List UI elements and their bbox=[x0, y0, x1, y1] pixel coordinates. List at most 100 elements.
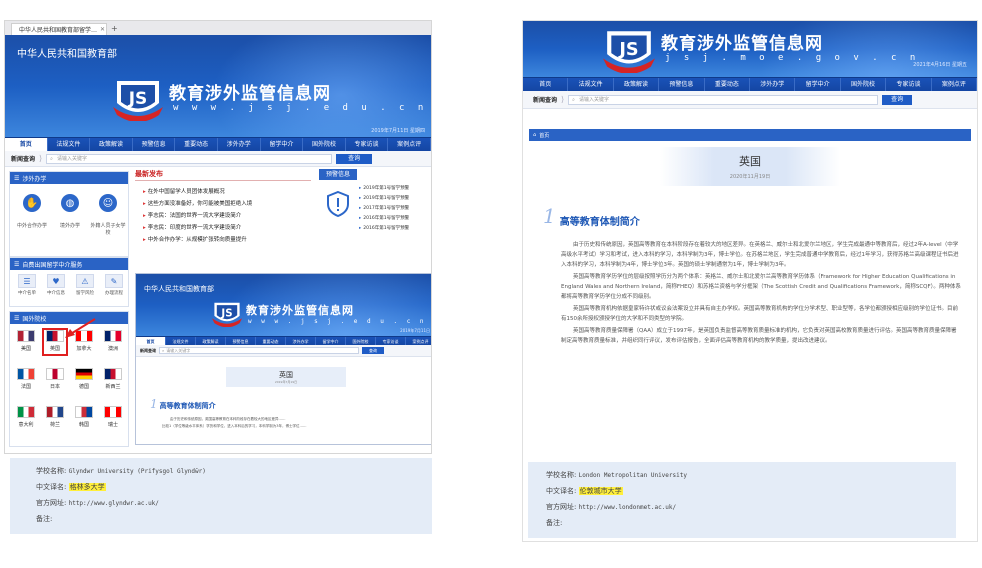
icon-cell-coop[interactable]: ✋ 中外合作办学 bbox=[14, 194, 50, 229]
nav-item[interactable]: 预警信息 bbox=[226, 337, 256, 345]
agency-tile-icon: ⚠ bbox=[76, 274, 94, 288]
nav-item[interactable]: 政策解读 bbox=[90, 138, 133, 151]
alert-link[interactable]: 2016年第1号留学预警 bbox=[359, 215, 409, 221]
agency-tile[interactable]: ♥ 中介信息 bbox=[43, 274, 69, 296]
search-icon: ⌕ bbox=[572, 96, 575, 103]
nav-item[interactable]: 法规文件 bbox=[166, 337, 196, 345]
nav-item[interactable]: 重要动态 bbox=[256, 337, 286, 345]
close-tab-icon[interactable]: ✕ bbox=[100, 26, 105, 33]
breadcrumb: ⌂ 首页 bbox=[529, 129, 971, 141]
nav-item[interactable]: 国外院校 bbox=[303, 138, 346, 151]
country-link[interactable]: 日本 bbox=[41, 368, 69, 390]
nav-item[interactable]: 留学中介 bbox=[316, 337, 346, 345]
alert-link[interactable]: 2016年第1号留学预警 bbox=[359, 225, 409, 231]
nav-item[interactable]: 专家访谈 bbox=[886, 78, 932, 91]
inset-country-card: 英国 2019年7月19日 bbox=[226, 367, 346, 387]
nav-item[interactable]: 涉外办学 bbox=[218, 138, 261, 151]
ministry-name: 中华人民共和国教育部 bbox=[17, 49, 117, 60]
right-info-cn-row: 中文译名: 伦敦城市大学 bbox=[546, 487, 623, 495]
left-info-cn-row: 中文译名: 格林多大学 bbox=[36, 483, 106, 491]
icon-cell-overseas[interactable]: ◍ 境外办学 bbox=[52, 194, 88, 229]
country-link[interactable]: 法国 bbox=[12, 368, 40, 390]
icon-cell-foreign-children[interactable]: ☺ 外籍人员子女学校 bbox=[90, 194, 126, 236]
alert-link[interactable]: 2017年第1号留学预警 bbox=[359, 205, 409, 211]
nav-item[interactable]: 首页 bbox=[5, 138, 48, 151]
menu-icon: ☰ bbox=[14, 260, 20, 268]
nav-item[interactable]: 重要动态 bbox=[175, 138, 218, 151]
agency-tile[interactable]: ☰ 中介名单 bbox=[14, 274, 40, 296]
nav-item[interactable]: 法规文件 bbox=[48, 138, 91, 151]
country-link[interactable]: 韩国 bbox=[70, 406, 98, 428]
right-nav: 首页 法规文件 政策解读 预警信息 重要动态 涉外办学 留学中介 国外院校 专家访谈 案例点评 bbox=[523, 77, 977, 91]
country-link[interactable]: 澳洲 bbox=[99, 330, 127, 352]
nav-item[interactable]: 首页 bbox=[523, 78, 569, 91]
nav-item[interactable]: 案例点评 bbox=[388, 138, 431, 151]
inset-ministry: 中华人民共和国教育部 bbox=[144, 285, 214, 293]
alert-link[interactable]: 2019年第1号留学预警 bbox=[359, 195, 409, 201]
country-link[interactable]: 新西兰 bbox=[99, 368, 127, 390]
nav-item[interactable]: 涉外办学 bbox=[750, 78, 796, 91]
news-link[interactable]: 在外中国留学人员团体发展概况 bbox=[143, 187, 311, 195]
inset-search-button[interactable]: 查询 bbox=[362, 347, 384, 354]
nav-item[interactable]: 重要动态 bbox=[705, 78, 751, 91]
search-label: 新闻查询 bbox=[11, 156, 36, 163]
country-link[interactable]: 德国 bbox=[70, 368, 98, 390]
nav-item[interactable]: 专家访谈 bbox=[346, 138, 389, 151]
box-title: ☰ 涉外办学 bbox=[10, 172, 128, 184]
agency-tile[interactable]: ⚠ 留学风险 bbox=[72, 274, 98, 296]
site-banner: 中华人民共和国教育部 JS 教育涉外监管信息网 w w w . j s j . … bbox=[5, 35, 431, 137]
home-icon: ⌂ bbox=[533, 132, 537, 138]
search-button[interactable]: 查询 bbox=[336, 153, 373, 164]
nav-item[interactable]: 案例点评 bbox=[932, 78, 977, 91]
nav-item[interactable]: 案例点评 bbox=[406, 337, 431, 345]
new-tab-icon[interactable]: + bbox=[111, 23, 118, 35]
country-link[interactable]: 美国 bbox=[12, 330, 40, 352]
inset-search-label: 新闻查询 bbox=[140, 347, 156, 353]
agency-tile[interactable]: ✎ 办理流程 bbox=[101, 274, 127, 296]
alert-link[interactable]: 2019年第1号留学预警 bbox=[359, 185, 409, 191]
nav-item[interactable]: 留学中介 bbox=[795, 78, 841, 91]
news-link[interactable]: 这些方面没准备好，你可能被美国拒绝入境 bbox=[143, 199, 311, 207]
search-input[interactable]: ⌕ 请输入关键字 bbox=[46, 153, 333, 164]
browser-tab[interactable]: 中华人民共和国教育部留学… ✕ bbox=[11, 23, 107, 35]
website-link[interactable]: http://www.glyndwr.ac.uk/ bbox=[69, 500, 159, 507]
inset-country-date: 2019年7月19日 bbox=[274, 380, 298, 384]
country-link[interactable]: 意大利 bbox=[12, 406, 40, 428]
right-info-note-row: 备注: bbox=[546, 519, 563, 527]
svg-text:JS: JS bbox=[128, 89, 148, 109]
country-link[interactable]: 瑞士 bbox=[99, 406, 127, 428]
inset-search-bar: 新闻查询 ⌕ 请输入关键字 查询 bbox=[136, 345, 431, 357]
inset-screenshot: 中华人民共和国教育部 JS 教育涉外监管信息网 w w w . j s j . … bbox=[135, 273, 431, 445]
people-icon: ☺ bbox=[99, 194, 117, 212]
nav-item[interactable]: 涉外办学 bbox=[286, 337, 316, 345]
search-placeholder: 请输入关键字 bbox=[56, 156, 87, 162]
nav-item[interactable]: 法规文件 bbox=[568, 78, 614, 91]
nav-item[interactable]: 预警信息 bbox=[659, 78, 705, 91]
breadcrumb-home-link[interactable]: 首页 bbox=[539, 132, 549, 139]
nav-item[interactable]: 预警信息 bbox=[133, 138, 176, 151]
alert-title: 预警信息 bbox=[319, 169, 357, 180]
country-link[interactable]: 荷兰 bbox=[41, 406, 69, 428]
menu-icon: ☰ bbox=[14, 174, 20, 182]
nav-item[interactable]: 专家访谈 bbox=[376, 337, 406, 345]
news-link[interactable]: 李志民：法国的世界一流大学建设简介 bbox=[143, 211, 311, 219]
right-search-button[interactable]: 查询 bbox=[882, 94, 913, 105]
right-banner: JS 教育涉外监管信息网 j s j . m o e . g o v . c n… bbox=[523, 21, 977, 77]
nav-item[interactable]: 政策解读 bbox=[614, 78, 660, 91]
flag-icon bbox=[75, 406, 93, 418]
news-link[interactable]: 李志民：印度的世界一流大学建设简介 bbox=[143, 223, 311, 231]
nav-item[interactable]: 政策解读 bbox=[196, 337, 226, 345]
nav-item[interactable]: 国外院校 bbox=[841, 78, 887, 91]
date-text: 2019年7月11日 星期四 bbox=[371, 128, 425, 134]
nav-item[interactable]: 首页 bbox=[136, 337, 166, 345]
site-url: w w w . j s j . e d u . c n bbox=[173, 103, 428, 113]
right-country-name: 英国 bbox=[739, 155, 761, 168]
inset-search-input[interactable]: ⌕ 请输入关键字 bbox=[159, 347, 359, 354]
right-body-text: 由于历史和传统原因，英国高等教育在本科阶段存在着较大的地区差异。在英格兰、威尔士… bbox=[561, 240, 961, 346]
flag-icon bbox=[17, 330, 35, 342]
nav-item[interactable]: 留学中介 bbox=[261, 138, 304, 151]
right-search-input[interactable]: ⌕ 请输入关键字 bbox=[568, 94, 879, 105]
website-link[interactable]: http://www.londonmet.ac.uk/ bbox=[579, 504, 677, 511]
nav-item[interactable]: 国外院校 bbox=[346, 337, 376, 345]
news-link[interactable]: 中外合作办学：从规模扩张转向质量提升 bbox=[143, 235, 311, 243]
